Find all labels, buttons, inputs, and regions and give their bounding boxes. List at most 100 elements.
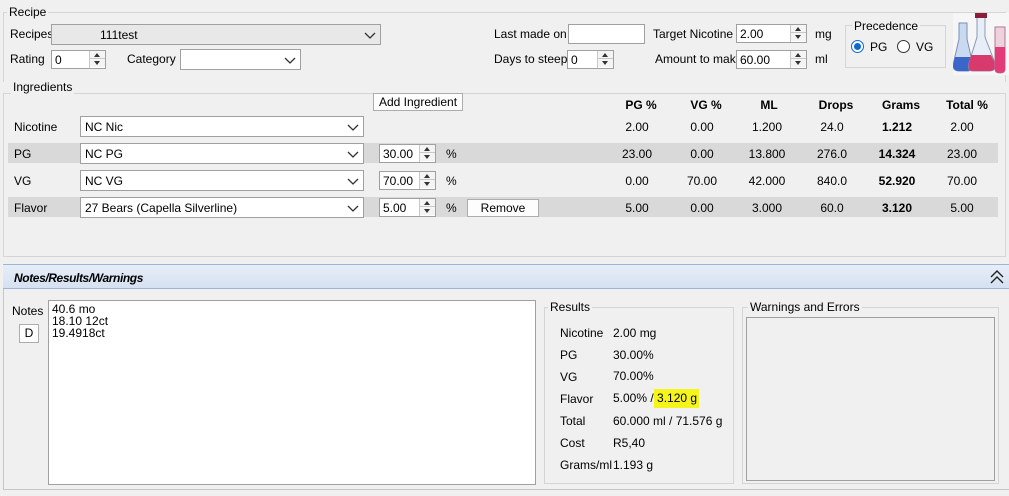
column-header-pg: PG %	[625, 98, 657, 112]
chevron-down-icon	[364, 32, 376, 39]
ingredients-title: Ingredients	[11, 80, 75, 94]
add-ingredient-button[interactable]: Add Ingredient	[373, 93, 463, 111]
d-button[interactable]: D	[19, 324, 39, 343]
precedence-pg-label[interactable]: PG	[870, 40, 887, 54]
spin-down-icon[interactable]	[791, 33, 806, 41]
percent-symbol: %	[446, 147, 457, 161]
ingredient-combo-value: NC Nic	[85, 120, 123, 134]
cell-grams: 3.120	[881, 201, 913, 215]
precedence-vg-label[interactable]: VG	[916, 40, 933, 54]
column-header-ml: ML	[760, 98, 778, 112]
notes-panel-header[interactable]: Notes/Results/Warnings	[3, 264, 1009, 289]
ingredient-combo[interactable]: NC PG	[80, 143, 364, 164]
collapse-chevrons-icon[interactable]	[989, 269, 1005, 285]
cell-pg: 5.00	[625, 201, 649, 215]
result-value: 30.00%	[613, 348, 654, 362]
remove-button[interactable]: Remove	[467, 199, 539, 217]
spin-down-icon[interactable]	[420, 153, 435, 161]
lab-flasks-icon	[953, 13, 1009, 75]
cell-ml: 1.200	[751, 120, 783, 134]
notes-textarea[interactable]: 40.6 mo 18.10 12ct 19.4918ct	[48, 300, 536, 485]
ingredient-combo-value: NC VG	[85, 174, 124, 188]
spin-up-icon[interactable]	[791, 25, 806, 33]
rating-label: Rating	[10, 52, 45, 66]
spin-up-icon[interactable]	[420, 172, 435, 180]
category-label: Category	[127, 52, 176, 66]
ingredient-row-label: Flavor	[14, 201, 48, 215]
warnings-list	[746, 317, 995, 481]
result-label: Total	[560, 414, 586, 428]
percent-symbol: %	[446, 201, 457, 215]
days-to-steep-spinner[interactable]: 0	[567, 50, 614, 69]
ingredient-row-label: VG	[14, 174, 32, 188]
spin-down-icon[interactable]	[420, 180, 435, 188]
amount-label: Amount to make	[655, 52, 743, 66]
precedence-pg-radio[interactable]	[851, 40, 864, 53]
ingredient-combo[interactable]: NC Nic	[80, 116, 364, 137]
result-value-flavor-grams-highlight: 3.120 g	[653, 389, 700, 408]
cell-pg: 2.00	[625, 120, 649, 134]
cell-ml: 42.000	[748, 174, 786, 188]
cell-drops: 276.0	[816, 147, 848, 161]
cell-pg: 23.00	[621, 147, 653, 161]
target-nicotine-value: 2.00	[740, 27, 764, 41]
cell-vg: 0.00	[690, 201, 714, 215]
spin-up-icon[interactable]	[90, 51, 105, 59]
cell-ml: 3.000	[751, 201, 783, 215]
cell-drops: 24.0	[820, 120, 844, 134]
notes-line: 40.6 mo	[52, 302, 96, 316]
column-header-drops: Drops	[818, 98, 854, 112]
cell-drops: 840.0	[816, 174, 848, 188]
ingredient-combo-value: 27 Bears (Capella Silverline)	[85, 201, 238, 215]
recipes-combo-value: 111test	[100, 28, 138, 42]
spin-up-icon[interactable]	[420, 199, 435, 207]
ingredient-row-label: Nicotine	[14, 120, 58, 134]
ingredient-combo[interactable]: 27 Bears (Capella Silverline)	[80, 197, 364, 218]
recipes-combo[interactable]: 111test	[51, 24, 381, 45]
cell-vg: 0.00	[690, 147, 714, 161]
cell-total: 70.00	[946, 174, 978, 188]
result-value: 2.00 mg	[613, 326, 657, 340]
result-value-flavor-percent: 5.00% /	[613, 391, 654, 405]
amount-spinner[interactable]: 60.00	[736, 50, 807, 69]
spin-down-icon[interactable]	[90, 59, 105, 67]
cell-grams: 14.324	[878, 147, 916, 161]
ingredient-row-label: PG	[14, 147, 32, 161]
last-made-label: Last made on	[494, 27, 567, 41]
chevron-down-icon	[347, 151, 359, 158]
spin-up-icon[interactable]	[598, 51, 613, 59]
cell-drops: 60.0	[820, 201, 844, 215]
ingredient-percent-spinner[interactable]: 5.00	[379, 198, 436, 217]
spin-down-icon[interactable]	[598, 59, 613, 67]
spin-up-icon[interactable]	[791, 51, 806, 59]
ingredient-combo-value: NC PG	[85, 147, 124, 161]
category-combo[interactable]	[180, 49, 301, 70]
result-label: Cost	[560, 436, 585, 450]
notes-line: 18.10 12ct	[52, 314, 109, 328]
spin-down-icon[interactable]	[791, 59, 806, 67]
chevron-down-icon	[347, 178, 359, 185]
last-made-field[interactable]	[568, 24, 645, 44]
cell-total: 5.00	[950, 201, 974, 215]
days-to-steep-value: 0	[571, 53, 578, 67]
chevron-down-icon	[284, 57, 296, 64]
result-label: Flavor	[560, 392, 594, 406]
cell-pg: 0.00	[625, 174, 649, 188]
cell-total: 23.00	[946, 147, 978, 161]
ingredient-percent-value: 30.00	[383, 147, 414, 161]
ingredient-percent-spinner[interactable]: 30.00	[379, 144, 436, 163]
notes-line: 19.4918ct	[52, 326, 105, 340]
ingredient-percent-spinner[interactable]: 70.00	[379, 171, 436, 190]
spin-up-icon[interactable]	[420, 145, 435, 153]
precedence-vg-radio[interactable]	[897, 40, 910, 53]
target-nicotine-spinner[interactable]: 2.00	[736, 24, 807, 43]
ingredient-percent-value: 5.00	[383, 201, 407, 215]
spin-down-icon[interactable]	[420, 207, 435, 215]
cell-total: 2.00	[950, 120, 974, 134]
cell-grams: 1.212	[881, 120, 913, 134]
result-value: R5,40	[613, 436, 646, 450]
ingredient-combo[interactable]: NC VG	[80, 170, 364, 191]
rating-spinner[interactable]: 0	[51, 50, 106, 69]
target-nicotine-unit: mg	[815, 27, 832, 41]
result-label: Nicotine	[560, 326, 604, 340]
